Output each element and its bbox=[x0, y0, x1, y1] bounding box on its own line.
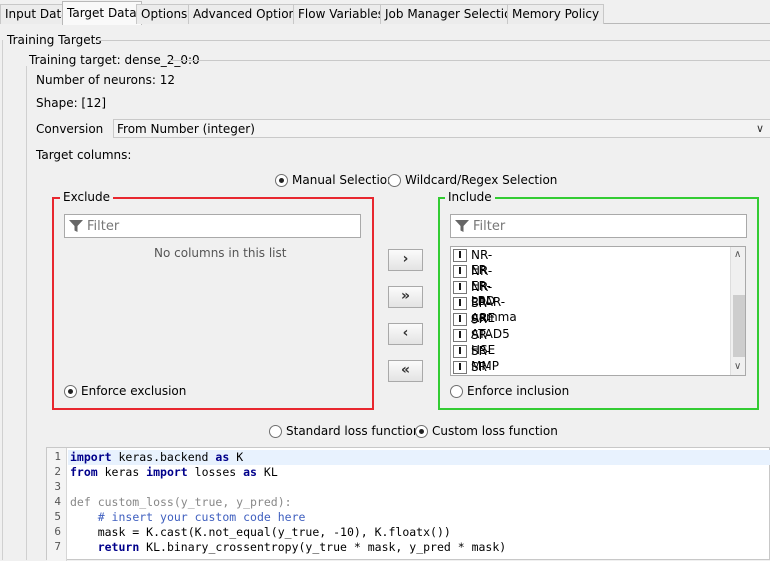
code-line[interactable]: from keras import losses as KL bbox=[70, 465, 278, 479]
conversion-value: From Number (integer) bbox=[117, 122, 255, 136]
remove-all-button[interactable]: « bbox=[388, 360, 423, 382]
code-line[interactable]: # insert your custom code here bbox=[70, 510, 306, 524]
remove-button[interactable]: ‹ bbox=[388, 323, 423, 345]
integer-type-icon: I bbox=[453, 329, 467, 342]
line-number: 1 bbox=[54, 450, 61, 463]
integer-type-icon: I bbox=[453, 313, 467, 326]
code-editor[interactable]: 1 2 3 4 5 6 7 import keras.backend as K … bbox=[46, 447, 770, 561]
wildcard-selection-label[interactable]: Wildcard/Regex Selection bbox=[405, 173, 557, 187]
shape-label: Shape: [12] bbox=[36, 96, 107, 110]
section-title: Training Targets bbox=[7, 33, 102, 47]
add-all-button[interactable]: » bbox=[388, 286, 423, 308]
line-number: 4 bbox=[54, 495, 61, 508]
conversion-label: Conversion bbox=[36, 122, 104, 136]
conversion-select[interactable]: From Number (integer) ∨ bbox=[113, 119, 770, 138]
filter-icon bbox=[455, 220, 469, 232]
line-number-gutter: 1 2 3 4 5 6 7 bbox=[47, 448, 67, 561]
enforce-inclusion-label[interactable]: Enforce inclusion bbox=[467, 384, 569, 398]
tab-options[interactable]: Options bbox=[136, 4, 193, 24]
scrollbar-thumb[interactable] bbox=[733, 295, 745, 357]
include-list-scrollbar[interactable]: ∧ ∨ bbox=[730, 247, 745, 375]
line-number: 6 bbox=[54, 525, 61, 538]
target-columns-label: Target columns: bbox=[36, 148, 132, 162]
tab-memory-policy[interactable]: Memory Policy bbox=[507, 4, 605, 24]
integer-type-icon: I bbox=[453, 265, 467, 278]
include-title: Include bbox=[445, 190, 495, 204]
line-number: 5 bbox=[54, 510, 61, 523]
code-line[interactable]: return KL.binary_crossentropy(y_true * m… bbox=[70, 540, 507, 554]
exclude-filter-placeholder: Filter bbox=[87, 219, 120, 234]
manual-selection-radio[interactable] bbox=[275, 174, 288, 187]
tab-bar: Input Data Target Data Options Advanced … bbox=[0, 0, 770, 25]
code-line[interactable]: def custom_loss(y_true, y_pred): bbox=[70, 495, 292, 509]
enforce-exclusion-label[interactable]: Enforce exclusion bbox=[81, 384, 186, 398]
include-filter-placeholder: Filter bbox=[473, 219, 506, 234]
custom-loss-radio[interactable] bbox=[415, 425, 428, 438]
wildcard-selection-radio[interactable] bbox=[388, 174, 401, 187]
target-group-divider bbox=[170, 60, 770, 61]
custom-loss-label[interactable]: Custom loss function bbox=[432, 424, 558, 438]
integer-type-icon: I bbox=[453, 249, 467, 262]
exclude-title: Exclude bbox=[60, 190, 114, 204]
standard-loss-radio[interactable] bbox=[269, 425, 282, 438]
integer-type-icon: I bbox=[453, 297, 467, 310]
filter-icon bbox=[69, 220, 83, 232]
include-filter-input[interactable]: Filter bbox=[450, 214, 747, 238]
chevron-down-icon[interactable]: ∨ bbox=[734, 361, 741, 372]
enforce-exclusion-radio[interactable] bbox=[64, 385, 77, 398]
exclude-filter-input[interactable]: Filter bbox=[64, 214, 361, 238]
add-button[interactable]: › bbox=[388, 249, 423, 271]
code-line[interactable]: import keras.backend as K bbox=[70, 450, 243, 464]
chevron-down-icon: ∨ bbox=[755, 122, 764, 135]
line-number: 3 bbox=[54, 480, 61, 493]
neurons-count: Number of neurons: 12 bbox=[36, 73, 175, 87]
code-line[interactable]: mask = K.cast(K.not_equal(y_true, -10), … bbox=[70, 525, 451, 539]
standard-loss-label[interactable]: Standard loss function bbox=[286, 424, 420, 438]
include-list[interactable]: I NR-ER I NR-ER-LBD I NR-PPAR-gamma I SR-ARE… bbox=[450, 246, 746, 376]
manual-selection-label[interactable]: Manual Selection bbox=[292, 173, 395, 187]
tab-job-manager-selection[interactable]: Job Manager Selection bbox=[380, 4, 525, 24]
section-divider bbox=[96, 40, 770, 41]
section-border bbox=[2, 40, 3, 560]
line-number: 7 bbox=[54, 540, 61, 553]
line-number: 2 bbox=[54, 465, 61, 478]
exclude-empty-text: No columns in this list bbox=[154, 246, 287, 260]
integer-type-icon: I bbox=[453, 361, 467, 374]
target-group-border bbox=[26, 66, 27, 560]
tab-advanced-options[interactable]: Advanced Options bbox=[188, 4, 308, 24]
tab-target-data[interactable]: Target Data bbox=[62, 1, 142, 25]
tab-flow-variables[interactable]: Flow Variables bbox=[293, 4, 390, 24]
enforce-inclusion-radio[interactable] bbox=[450, 385, 463, 398]
integer-type-icon: I bbox=[453, 345, 467, 358]
list-item-label: SR-p53 bbox=[471, 360, 491, 374]
integer-type-icon: I bbox=[453, 281, 467, 294]
chevron-up-icon[interactable]: ∧ bbox=[734, 249, 741, 260]
